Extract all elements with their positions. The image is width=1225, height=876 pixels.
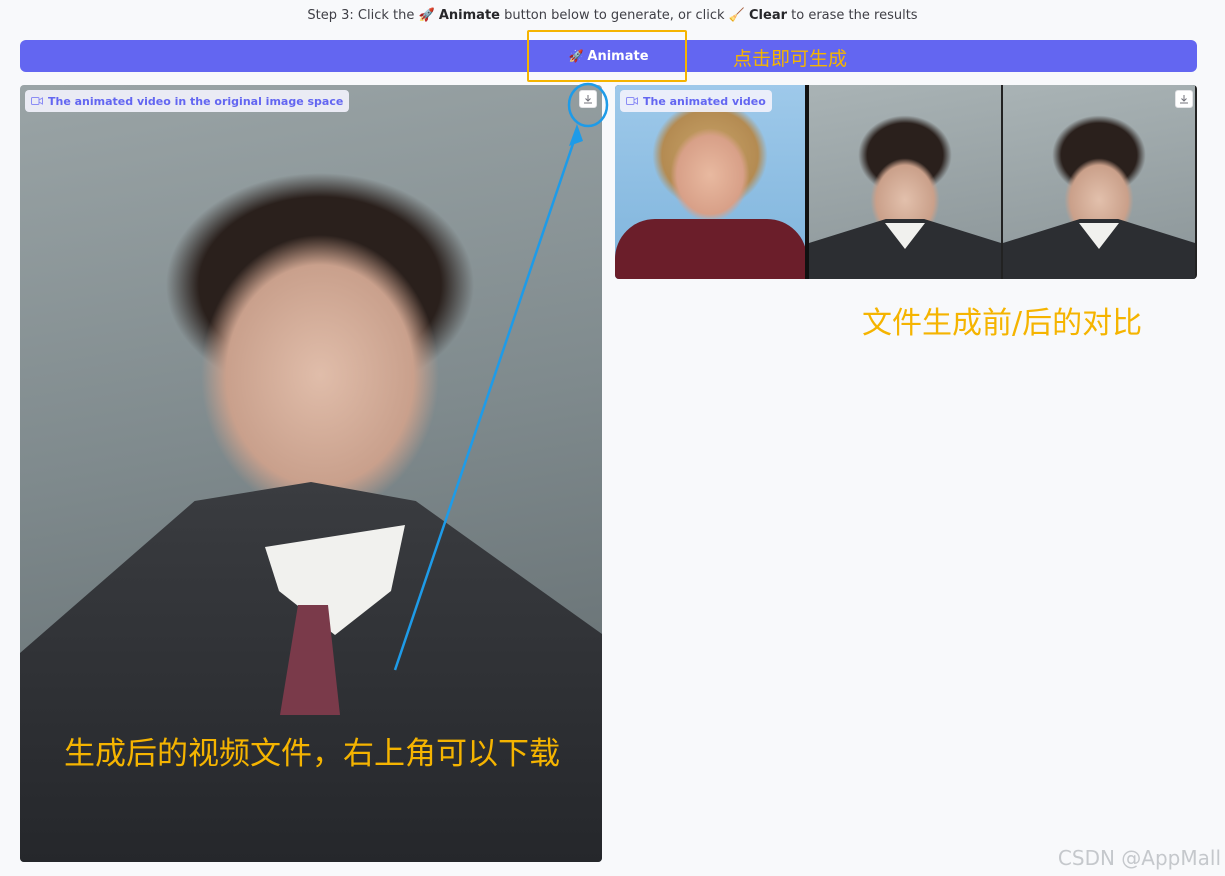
video-label-chip: The animated video (620, 90, 772, 112)
step-suffix: to erase the results (791, 8, 918, 23)
video-label-chip: The animated video in the original image… (25, 90, 350, 112)
annotation-button-note: 点击即可生成 (733, 48, 848, 70)
animated-video[interactable]: The animated video (615, 85, 1197, 279)
annotation-highlight-box (527, 30, 687, 82)
step-middle: button below to generate, or click (504, 8, 725, 23)
broom-icon: 🧹 (728, 8, 745, 23)
video-frame-result (1003, 85, 1195, 279)
video-label-text: The animated video (643, 94, 766, 108)
watermark: CSDN @AppMall (1057, 846, 1221, 870)
download-button[interactable] (579, 90, 597, 108)
annotation-compare-note: 文件生成前/后的对比 (862, 306, 1143, 341)
step-prefix: Step 3: Click the (307, 8, 415, 23)
rocket-icon: 🚀 (418, 8, 435, 23)
clear-word: Clear (749, 8, 788, 23)
video-frame-source (809, 85, 1001, 279)
step-instruction: Step 3: Click the 🚀 Animate button below… (0, 8, 1225, 23)
video-camera-icon (626, 97, 638, 105)
annotation-download-note: 生成后的视频文件，右上角可以下载 (64, 736, 560, 772)
video-frame-driving (615, 85, 807, 279)
video-label-text: The animated video in the original image… (48, 94, 344, 108)
video-camera-icon (31, 97, 43, 105)
animate-word: Animate (438, 8, 500, 23)
download-icon (584, 95, 592, 104)
download-icon (1180, 95, 1188, 104)
download-button[interactable] (1175, 90, 1193, 108)
